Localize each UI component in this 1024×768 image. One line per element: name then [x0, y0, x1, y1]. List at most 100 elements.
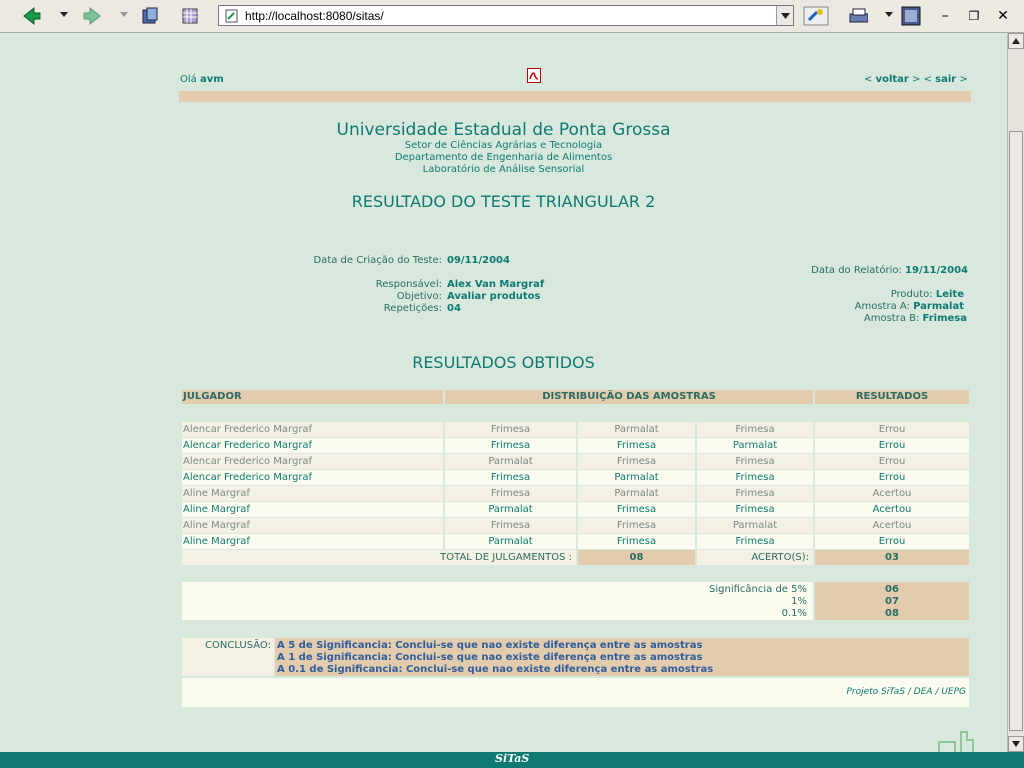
- voltar-link[interactable]: voltar: [876, 74, 909, 85]
- table-row-sample2: Parmalat: [578, 470, 695, 485]
- conclusion-line-1: A 5 de Significancia: Conclui-se que nao…: [277, 640, 703, 651]
- header-divider: [179, 91, 971, 102]
- table-row-sample1: Parmalat: [445, 534, 576, 549]
- table-row-result: Acertou: [815, 486, 969, 501]
- forward-icon[interactable]: [82, 6, 102, 26]
- table-row-sample1: Parmalat: [445, 502, 576, 517]
- university-name: Universidade Estadual de Ponta Grossa: [336, 120, 671, 140]
- table-row-sample3: Frimesa: [697, 454, 813, 469]
- significance-01-value: 08: [885, 608, 899, 619]
- table-row-sample2: Frimesa: [578, 534, 695, 549]
- footer-brand: SiTaS: [495, 752, 530, 765]
- forward-dropdown-icon[interactable]: [120, 12, 128, 17]
- lab-name: Laboratório de Análise Sensorial: [422, 164, 585, 175]
- sector-name: Setor de Ciências Agrárias e Tecnologia: [404, 140, 603, 151]
- department-name: Departamento de Engenharia de Alimentos: [394, 152, 613, 163]
- url-text[interactable]: http://localhost:8080/sitas/: [245, 9, 384, 23]
- page-icon: [225, 9, 239, 26]
- table-row-sample1: Frimesa: [445, 518, 576, 533]
- sample-b-label: Amostra B:: [863, 313, 920, 324]
- go-icon[interactable]: [803, 6, 829, 26]
- page-content: Olá avm < voltar > < sair > Universidade…: [0, 33, 1007, 752]
- col-distribution: DISTRIBUIÇÃO DAS AMOSTRAS: [445, 390, 813, 404]
- product-label: Produto:: [890, 289, 933, 300]
- significance-5-value: 06: [885, 584, 899, 595]
- back-dropdown-icon[interactable]: [60, 12, 68, 17]
- pdf-icon[interactable]: [527, 68, 541, 83]
- objective-label: Objetivo:: [396, 291, 442, 302]
- table-row-sample3: Frimesa: [697, 470, 813, 485]
- stop-icon[interactable]: [180, 6, 200, 26]
- reload-icon[interactable]: [140, 6, 160, 26]
- scroll-down-icon[interactable]: [1008, 736, 1024, 752]
- bookmark-icon[interactable]: [901, 6, 921, 26]
- table-row-judge: Aline Margraf: [182, 534, 443, 549]
- table-row-sample1: Frimesa: [445, 422, 576, 437]
- table-row-judge: Aline Margraf: [182, 486, 443, 501]
- table-row-judge: Alencar Frederico Margraf: [182, 470, 443, 485]
- project-credit: Projeto SiTaS / DEA / UEPG: [846, 687, 966, 697]
- table-row-sample2: Frimesa: [578, 518, 695, 533]
- table-row-result: Acertou: [815, 518, 969, 533]
- total-label: TOTAL DE JULGAMENTOS :: [182, 550, 576, 565]
- col-judge: JULGADOR: [182, 390, 443, 404]
- table-row-sample2: Parmalat: [578, 422, 695, 437]
- table-row-sample2: Frimesa: [578, 438, 695, 453]
- significance-1-value: 07: [885, 596, 899, 607]
- col-results: RESULTADOS: [815, 390, 969, 404]
- sample-a: Amostra A: Parmalat: [700, 301, 964, 312]
- url-dropdown-icon[interactable]: [776, 6, 793, 25]
- table-row-judge: Alencar Frederico Margraf: [182, 438, 443, 453]
- report-date-value: 19/11/2004: [905, 265, 968, 276]
- table-row-sample2: Frimesa: [578, 454, 695, 469]
- repetitions-label: Repetições:: [383, 303, 442, 314]
- table-row-sample1: Frimesa: [445, 470, 576, 485]
- objective-value: Avaliar produtos: [447, 291, 541, 302]
- nav-links: < voltar > < sair >: [864, 74, 968, 85]
- scroll-up-icon[interactable]: [1008, 33, 1024, 49]
- significance-5-label: Significância de 5%: [709, 584, 807, 595]
- responsible-label: Responsável:: [375, 279, 442, 290]
- username: avm: [199, 74, 224, 85]
- sample-b-value: Frimesa: [922, 313, 967, 324]
- responsible-value: Alex Van Margraf: [447, 279, 545, 290]
- table-row-sample3: Frimesa: [697, 534, 813, 549]
- report-date-label: Data do Relatório:: [811, 265, 902, 276]
- table-row-result: Errou: [815, 454, 969, 469]
- minimize-icon[interactable]: –: [934, 6, 956, 26]
- table-row-sample2: Parmalat: [578, 486, 695, 501]
- footer-bar: SiTaS: [0, 752, 1024, 768]
- table-row-sample3: Parmalat: [697, 518, 813, 533]
- table-row-judge: Aline Margraf: [182, 502, 443, 517]
- correct-label: ACERTO(S):: [697, 550, 813, 565]
- table-row-sample1: Frimesa: [445, 486, 576, 501]
- created-value: 09/11/2004: [447, 255, 510, 266]
- table-row-judge: Alencar Frederico Margraf: [182, 422, 443, 437]
- back-icon[interactable]: [22, 6, 42, 26]
- total-value: 08: [578, 550, 695, 565]
- sample-a-value: Parmalat: [913, 301, 964, 312]
- table-row-sample1: Frimesa: [445, 438, 576, 453]
- address-bar[interactable]: http://localhost:8080/sitas/: [218, 5, 794, 26]
- print-dropdown-icon[interactable]: [885, 12, 893, 17]
- scrollbar-thumb[interactable]: [1009, 131, 1023, 731]
- table-row-result: Errou: [815, 438, 969, 453]
- report-date: Data do Relatório: 19/11/2004: [700, 265, 968, 276]
- maximize-icon[interactable]: ❐: [963, 6, 985, 26]
- close-icon[interactable]: ✕: [992, 6, 1014, 26]
- table-row-sample3: Parmalat: [697, 438, 813, 453]
- table-row-result: Errou: [815, 422, 969, 437]
- conclusion-line-2: A 1 de Significancia: Conclui-se que nao…: [277, 652, 703, 663]
- print-icon[interactable]: [848, 6, 868, 26]
- greeting: Olá avm: [180, 74, 224, 85]
- table-row-sample2: Frimesa: [578, 502, 695, 517]
- vertical-scrollbar[interactable]: [1007, 33, 1024, 752]
- sitas-logo-icon: [935, 728, 987, 752]
- browser-toolbar: http://localhost:8080/sitas/ – ❐ ✕: [0, 0, 1024, 33]
- table-row-result: Errou: [815, 534, 969, 549]
- created-label: Data de Criação do Teste:: [313, 255, 442, 266]
- table-row-sample3: Frimesa: [697, 422, 813, 437]
- table-row-sample3: Frimesa: [697, 502, 813, 517]
- report-title: RESULTADO DO TESTE TRIANGULAR 2: [351, 192, 656, 211]
- sair-link[interactable]: sair: [935, 74, 956, 85]
